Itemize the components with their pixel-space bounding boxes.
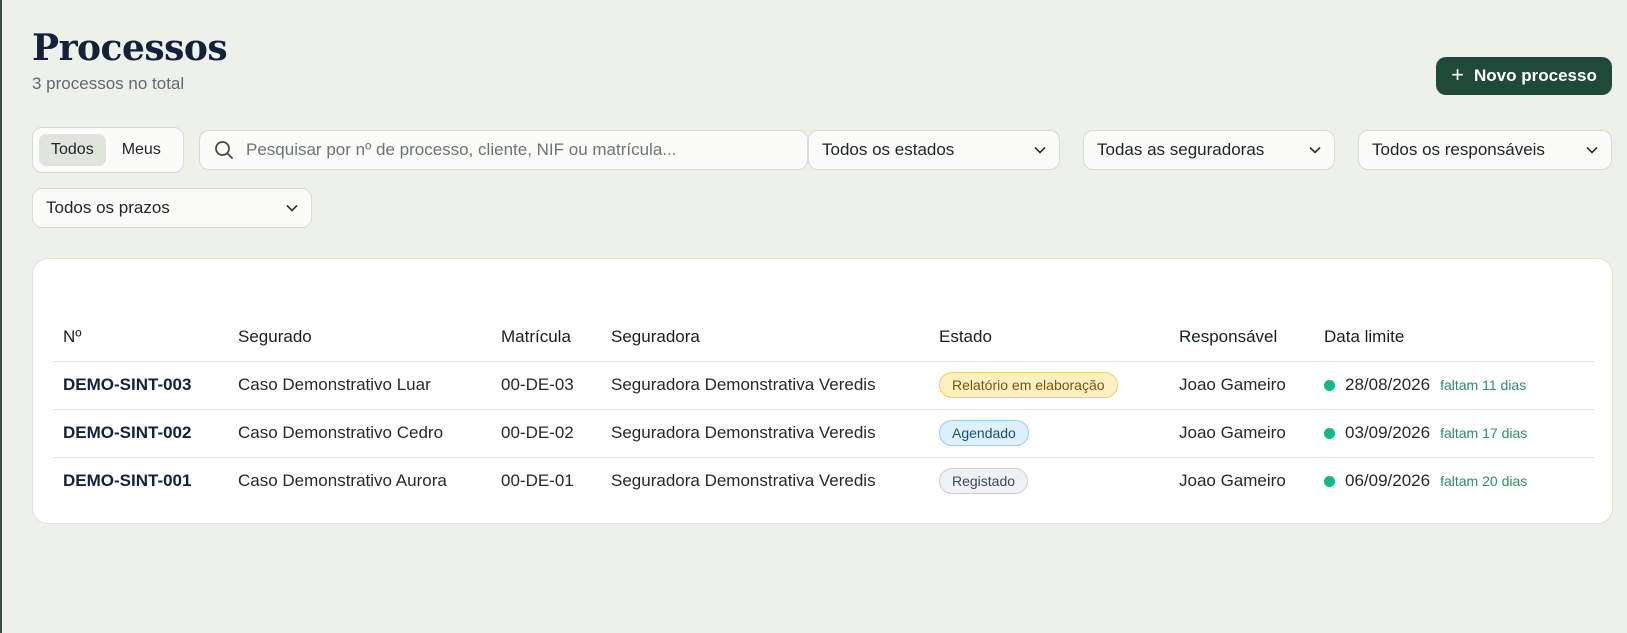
segurado-cell: Caso Demonstrativo Cedro (228, 409, 491, 458)
deadline-date: 06/09/2026 (1345, 471, 1431, 491)
column-header-responsavel[interactable]: Responsável (1169, 313, 1314, 362)
table-row[interactable]: DEMO-SINT-002 Caso Demonstrativo Cedro 0… (53, 409, 1594, 458)
table-header-row: Nº Segurado Matrícula Seguradora Estado … (53, 313, 1594, 362)
page-title: Processos (32, 27, 228, 69)
segurado-cell: Caso Demonstrativo Luar (228, 361, 491, 410)
segurado-cell: Caso Demonstrativo Aurora (238, 471, 447, 491)
page-header: Processos 3 processos no total (32, 26, 228, 94)
deadline-date: 28/08/2026 (1345, 375, 1431, 394)
status-dot-icon (1324, 379, 1335, 391)
plus-icon: + (1451, 62, 1465, 87)
column-header-numero[interactable]: Nº (53, 313, 228, 362)
status-badge: Agendado (939, 420, 1029, 446)
seguradora-cell: Seguradora Demonstrativa Veredis (611, 471, 876, 491)
new-process-button[interactable]: + Novo processo (1436, 57, 1612, 95)
days-remaining: faltam 17 dias (1440, 425, 1528, 441)
process-number[interactable]: DEMO-SINT-001 (53, 457, 228, 505)
search-input[interactable] (246, 140, 807, 160)
chevron-down-icon (1309, 146, 1321, 154)
processes-table: Nº Segurado Matrícula Seguradora Estado … (53, 313, 1594, 505)
data-limite-cell: 28/08/2026 faltam 11 dias (1314, 361, 1594, 410)
search-icon (215, 141, 233, 159)
status-dot-icon (1324, 427, 1335, 439)
data-limite-cell: 03/09/2026 faltam 17 dias (1314, 409, 1594, 458)
processes-table-card: Nº Segurado Matrícula Seguradora Estado … (32, 258, 1613, 524)
days-remaining: faltam 11 dias (1440, 377, 1527, 393)
column-header-data-limite[interactable]: Data limite (1314, 313, 1594, 362)
search-box (199, 130, 808, 170)
process-number[interactable]: DEMO-SINT-002 (53, 409, 228, 458)
seguradora-filter-select[interactable]: Todas as seguradoras (1083, 130, 1335, 170)
scope-todos-button[interactable]: Todos (39, 134, 106, 166)
scope-meus-button[interactable]: Meus (110, 134, 173, 166)
seguradora-cell: Seguradora Demonstrativa Veredis (601, 361, 929, 410)
table-row[interactable]: DEMO-SINT-001 Caso Demonstrativo Aurora … (53, 457, 1594, 505)
chevron-down-icon (1586, 146, 1598, 154)
estado-filter-value: Todos os estados (822, 140, 955, 159)
chevron-down-icon (1034, 146, 1046, 154)
data-limite-cell: 06/09/2026 faltam 20 dias (1314, 457, 1594, 505)
status-badge: Registado (939, 468, 1029, 495)
new-process-label: Novo processo (1474, 66, 1597, 85)
prazo-filter-select[interactable]: Todos os prazos (32, 188, 312, 228)
column-header-seguradora[interactable]: Seguradora (601, 313, 929, 362)
table-row[interactable]: DEMO-SINT-003 Caso Demonstrativo Luar 00… (53, 361, 1594, 410)
responsavel-filter-select[interactable]: Todos os responsáveis (1358, 130, 1612, 170)
estado-filter-select[interactable]: Todos os estados (808, 130, 1060, 170)
column-header-segurado[interactable]: Segurado (228, 313, 491, 362)
responsavel-cell: Joao Gameiro (1169, 361, 1314, 410)
column-header-matricula[interactable]: Matrícula (491, 313, 601, 362)
days-remaining: faltam 20 dias (1440, 473, 1528, 490)
status-dot-icon (1324, 475, 1335, 487)
seguradora-filter-value: Todas as seguradoras (1097, 140, 1265, 159)
seguradora-cell: Seguradora Demonstrativa Veredis (601, 409, 929, 458)
page-subtitle: 3 processos no total (32, 74, 185, 93)
estado-cell: Registado (929, 457, 1169, 505)
responsavel-cell: Joao Gameiro (1169, 409, 1314, 458)
responsavel-filter-value: Todos os responsáveis (1372, 140, 1545, 159)
estado-cell: Agendado (929, 409, 1169, 458)
matricula-cell: 00-DE-02 (491, 409, 601, 458)
status-badge: Relatório em elaboração (939, 372, 1118, 398)
prazo-filter-value: Todos os prazos (46, 198, 170, 217)
column-header-estado[interactable]: Estado (929, 313, 1169, 362)
matricula-cell: 00-DE-03 (491, 361, 601, 410)
estado-cell: Relatório em elaboração (929, 361, 1169, 410)
matricula-cell: 00-DE-01 (501, 471, 574, 491)
deadline-date: 03/09/2026 (1345, 423, 1431, 442)
responsavel-cell: Joao Gameiro (1179, 471, 1286, 491)
process-number[interactable]: DEMO-SINT-003 (53, 361, 228, 410)
scope-toggle: Todos Meus (32, 127, 184, 173)
chevron-down-icon (286, 204, 298, 212)
